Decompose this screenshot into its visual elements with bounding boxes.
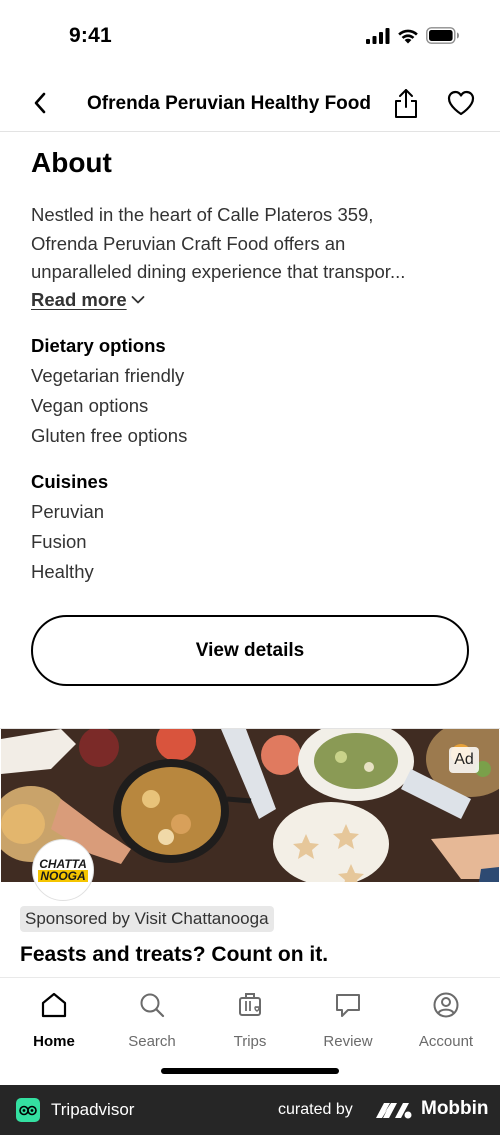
tab-trips[interactable]: Trips [201,978,299,1058]
ad-headline: Feasts and treats? Count on it. [20,943,329,966]
page-title: Ofrenda Peruvian Healthy Food [87,93,371,114]
status-icons [366,27,460,44]
tab-label: Trips [233,1033,267,1050]
chevron-down-icon [131,296,145,304]
dietary-option-item: Gluten free options [31,425,188,446]
footer-mobbin-text: Mobbin [421,1098,489,1119]
ad-badge: Ad [449,747,479,773]
dietary-option-item: Vegan options [31,395,149,416]
tripadvisor-logo-icon [16,1098,40,1122]
sponsored-ad-card[interactable]: Ad CHATTA NOOGA Sponsored by Visit Chatt… [0,728,500,978]
tab-label: Home [33,1033,75,1050]
about-description-line: Ofrenda Peruvian Craft Food offers an [31,232,346,254]
chevron-left-icon [34,92,46,114]
read-more-link[interactable]: Read more [31,289,145,311]
tab-home[interactable]: Home [5,978,103,1058]
footer-bar: Tripadvisor curated by Mobbin [0,1085,500,1135]
dietary-options-heading: Dietary options [31,335,166,356]
save-favorite-button[interactable] [446,89,476,117]
tab-label: Review [323,1033,373,1050]
wifi-icon [398,29,418,43]
visit-chattanooga-logo: CHATTA NOOGA [32,839,94,901]
sponsored-label: Sponsored by Visit Chattanooga [20,906,274,932]
share-icon [395,89,417,118]
cuisine-item: Peruvian [31,501,105,522]
home-icon [41,992,67,1018]
tab-label: Search [128,1033,176,1050]
home-indicator[interactable] [161,1068,339,1074]
about-heading: About [31,147,112,178]
about-description-line: Nestled in the heart of Calle Plateros 3… [31,204,374,225]
status-time: 9:41 [69,24,112,47]
tab-account[interactable]: Account [397,978,495,1058]
cellular-signal-icon [366,27,390,44]
cuisine-item: Healthy [31,561,94,582]
back-button[interactable] [26,89,54,117]
heart-icon [447,90,475,116]
review-icon [336,994,360,1017]
bottom-tab-bar: Home Search Trips Review Account [0,977,500,1084]
search-icon [140,993,165,1018]
logo-text-line: NOOGA [38,869,88,883]
about-description: Nestled in the heart of Calle Plateros 3… [31,201,476,287]
tab-search[interactable]: Search [103,978,201,1058]
account-icon [433,992,459,1018]
mobbin-logo-icon [376,1103,412,1119]
battery-icon [426,27,459,44]
footer-brand-text: Tripadvisor [51,1100,135,1119]
view-details-button[interactable]: View details [31,615,469,686]
tab-label: Account [418,1033,474,1050]
trips-icon [239,993,261,1016]
nav-bar: Ofrenda Peruvian Healthy Food [0,74,500,132]
about-description-line: unparalleled dining experience that tran… [31,261,406,282]
cuisine-item: Fusion [31,531,87,552]
footer-curated-text: curated by [278,1101,353,1118]
share-button[interactable] [391,87,421,119]
dietary-option-item: Vegetarian friendly [31,365,185,386]
tab-review[interactable]: Review [299,978,397,1058]
cuisines-heading: Cuisines [31,471,109,492]
status-bar: 9:41 [0,0,500,74]
read-more-label: Read more [31,289,127,310]
